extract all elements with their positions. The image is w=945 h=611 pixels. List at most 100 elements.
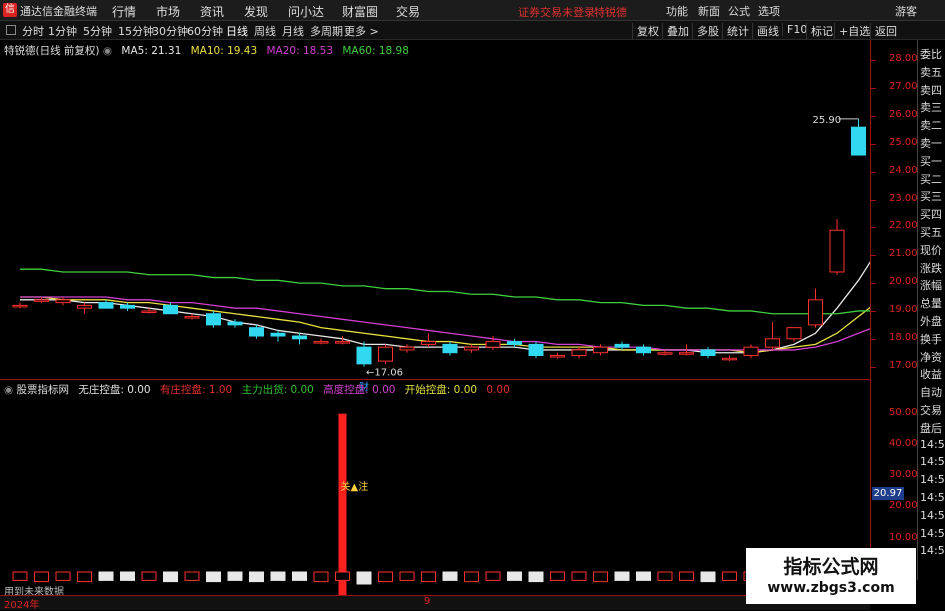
tab-more[interactable]: 更多 > (344, 23, 379, 39)
mark-button[interactable]: 标记 (806, 23, 833, 39)
quote-field-label: 买一 (920, 154, 942, 168)
candle-up (485, 341, 501, 348)
candle-up (399, 346, 415, 351)
candle-down (700, 349, 716, 357)
overlay-button[interactable]: 叠加 (662, 23, 689, 39)
quote-field-label: 买五 (920, 226, 942, 239)
price-tick-mark (871, 60, 876, 62)
indicator-tick-label: 10.00 (889, 531, 918, 543)
quote-field-label[interactable]: 交易 (920, 402, 942, 418)
tab-60min[interactable]: 60分钟 (187, 23, 223, 39)
volume-bar-up (55, 571, 71, 581)
quote-field-label: 现价 (920, 243, 942, 257)
quote-field-label: 14:5 (920, 508, 945, 522)
menu-xuanxiang[interactable]: 选项 (758, 3, 780, 19)
menu-gongneng[interactable]: 功能 (666, 3, 688, 19)
quote-field-label: 买二 (920, 172, 942, 186)
tab-weekly[interactable]: 周线 (254, 23, 276, 39)
indicator-settings-icon[interactable]: ◉ (4, 384, 13, 396)
quote-field-label: 卖二 (920, 119, 942, 133)
price-tick-label: 18.00 (889, 331, 918, 343)
candle-up (593, 346, 608, 354)
tab-monthly[interactable]: 月线 (282, 23, 304, 39)
menu-caifuquan[interactable]: 财富圈 (342, 3, 378, 20)
volume-bar-down (227, 571, 243, 581)
price-tick-label: 23.00 (889, 192, 918, 204)
price-tick-label: 27.00 (889, 81, 918, 93)
watermark-url: www.zbgs3.com (767, 580, 895, 596)
candle-up (550, 355, 565, 358)
quote-field-label: 收益 (920, 368, 942, 382)
top-stock-name[interactable]: 特锐德 (594, 4, 627, 20)
tab-multi-period[interactable]: 多周期 (310, 23, 343, 39)
multi-stock-button[interactable]: 多股 (692, 23, 719, 39)
indicator-item: 主力出货: 0.00 (241, 384, 314, 396)
price-tick-mark (871, 116, 876, 118)
menu-shichang[interactable]: 市场 (156, 3, 180, 20)
high-price-label: 25.90 (813, 115, 842, 126)
menu-faxian[interactable]: 发现 (244, 3, 268, 20)
candle-up (34, 299, 49, 302)
volume-bar-up (313, 571, 329, 583)
guest-login[interactable]: 游客 (895, 3, 917, 19)
add-watchlist-button[interactable]: +自选 (834, 23, 870, 39)
indicator-item: 高度控盘: 0.00 (323, 384, 396, 396)
menu-wenxiaoda[interactable]: 问小达 (288, 3, 324, 20)
quote-field-label: 卖一 (920, 137, 942, 150)
quote-field-label: 14:5 (920, 437, 945, 451)
price-tick-label: 17.00 (889, 359, 918, 371)
indicator-tick-label: 20.00 (889, 500, 918, 512)
quote-field-label: 14:5 (920, 455, 945, 469)
fuquan-button[interactable]: 复权 (632, 23, 659, 39)
f10-button[interactable]: F10 (782, 23, 807, 36)
volume-bar-down (292, 571, 307, 581)
ma-line-ma60 (20, 268, 870, 315)
candle-up (12, 304, 28, 308)
price-chart[interactable]: 25.90←17.06财关▲注 (0, 40, 870, 595)
quote-field-label: 卖三 (920, 101, 942, 115)
tab-30min[interactable]: 30分钟 (152, 23, 188, 39)
price-tick-mark (871, 143, 876, 145)
quote-field-label[interactable]: 盘后 (920, 420, 942, 436)
candle-up (335, 341, 350, 344)
login-notice-link[interactable]: 证券交易未登录 (518, 4, 595, 20)
volume-bar-down (507, 571, 522, 581)
pane-divider[interactable] (0, 379, 870, 380)
site-watermark: 指标公式网 www.zbgs3.com (746, 548, 916, 604)
price-tick-label: 20.00 (889, 276, 918, 288)
menu-jiaoyi[interactable]: 交易 (396, 3, 420, 20)
tab-1min[interactable]: 1分钟 (48, 23, 77, 39)
stats-button[interactable]: 统计 (722, 23, 749, 39)
app-logo-icon: 信 (3, 3, 17, 17)
tab-fenshi[interactable]: 分时 (22, 23, 44, 39)
price-tick-label: 26.00 (889, 109, 918, 121)
volume-bar-up (485, 571, 501, 581)
volume-bar-down (163, 571, 178, 583)
volume-bar-up (571, 571, 587, 581)
volume-bar-up (378, 571, 393, 583)
indicator-tick-label: 50.00 (889, 406, 918, 418)
candle-up (55, 299, 71, 304)
back-button[interactable]: 返回 (870, 23, 897, 39)
candle-up (765, 338, 780, 348)
candle-down (528, 343, 544, 357)
indicator-legend: ◉ 股票指标网 无庄控盘: 0.00 有庄控盘: 1.00 主力出货: 0.00… (4, 382, 510, 397)
signal-annotation: 关▲注 (341, 480, 369, 493)
menu-gongshi[interactable]: 公式 (728, 3, 750, 19)
candle-down (206, 313, 221, 326)
tab-5min[interactable]: 5分钟 (83, 23, 112, 39)
menu-xinmian[interactable]: 新面 (698, 3, 720, 19)
quote-field-label[interactable]: 自动 (920, 384, 942, 400)
volume-bar-up (593, 571, 608, 583)
volume-bar-up (141, 571, 157, 581)
tab-daily[interactable]: 日线 (226, 23, 248, 39)
menu-zixun[interactable]: 资讯 (200, 3, 224, 20)
grid-icon[interactable] (6, 25, 16, 35)
indicator-item: 无庄控盘: 0.00 (78, 384, 151, 396)
quote-field-label: 外盘 (920, 315, 942, 328)
indicator-tick-label: 30.00 (889, 469, 918, 481)
menu-hangqing[interactable]: 行情 (112, 3, 136, 20)
draw-line-button[interactable]: 画线 (752, 23, 779, 39)
tab-15min[interactable]: 15分钟 (118, 23, 154, 39)
volume-bar-up (679, 571, 694, 581)
